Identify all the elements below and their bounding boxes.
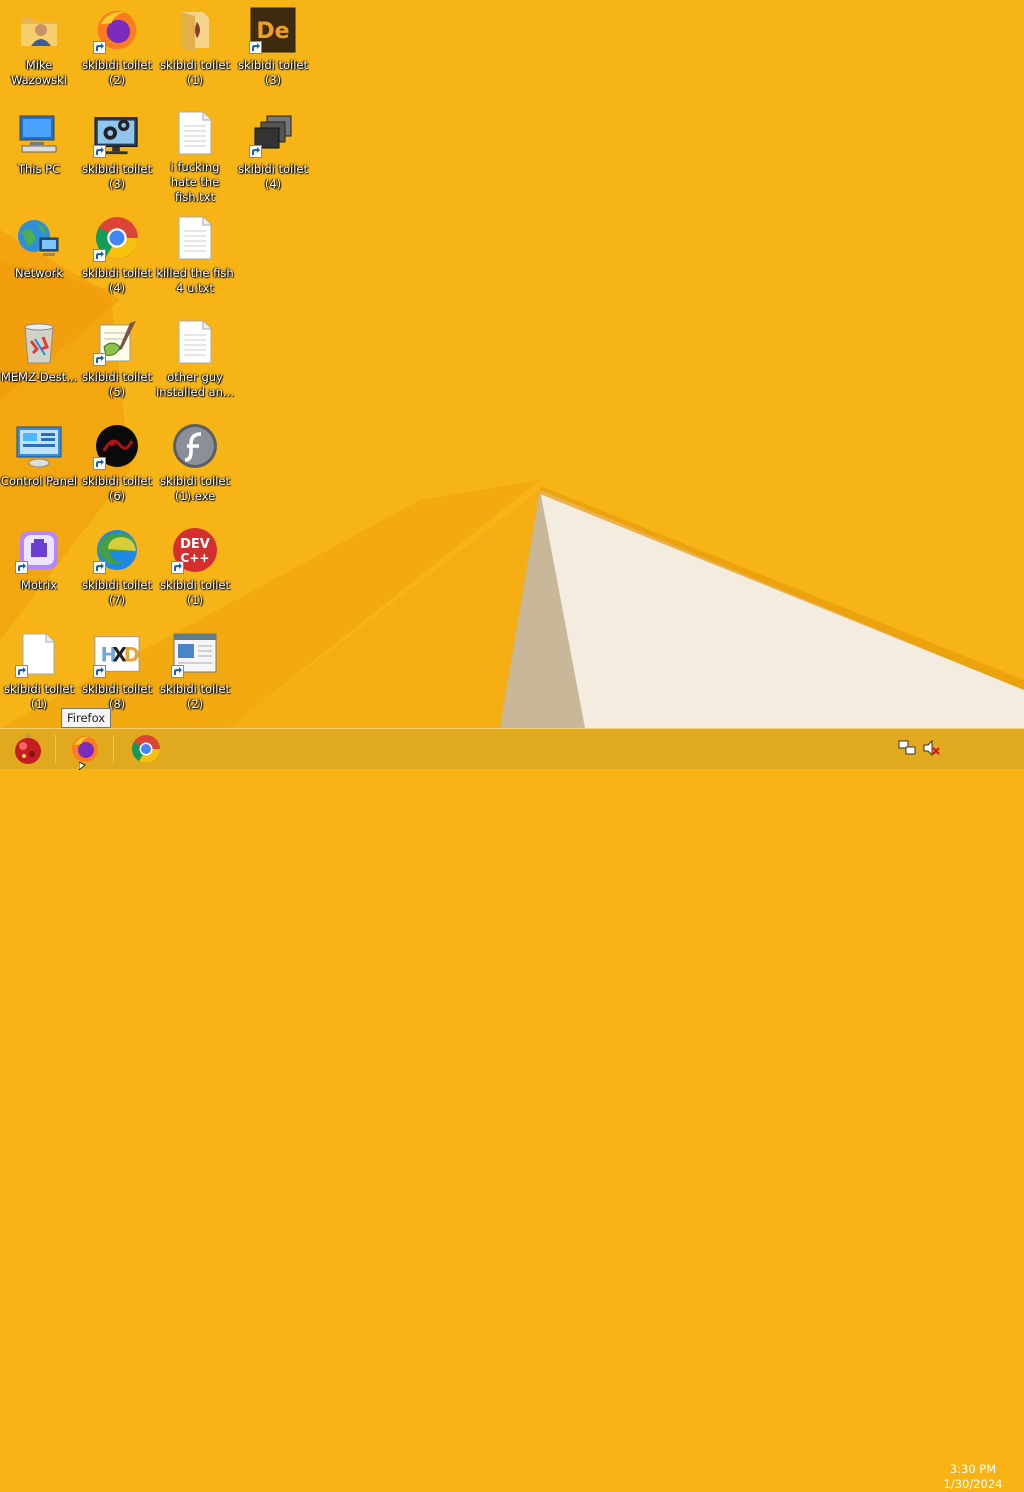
desktop-icon-label: skibidi toilet (2): [159, 682, 230, 711]
flash-player-icon: [171, 422, 219, 470]
desktop-icon[interactable]: Motrix: [0, 520, 78, 620]
shortcut-arrow-icon: [171, 665, 184, 678]
desktop-icon[interactable]: skibidi toilet (7): [78, 520, 156, 620]
taskbar: 3:30 PM 1/30/2024: [0, 728, 1024, 1491]
system-clock[interactable]: 3:30 PM 1/30/2024: [938, 1462, 1008, 1492]
network-globe-icon: [15, 214, 63, 262]
folder-user-icon: [15, 6, 63, 54]
desktop-icon-label: skibidi toilet (5): [81, 370, 152, 399]
shortcut-arrow-icon: [93, 353, 106, 366]
shortcut-arrow-icon: [249, 41, 262, 54]
dark-circle-app-icon: [93, 422, 141, 470]
blank-document-icon: [15, 630, 63, 678]
desktop-icon-label: skibidi toilet (7): [81, 578, 152, 607]
desktop-icon-label: Motrix: [20, 578, 58, 592]
desktop-icon[interactable]: skibidi toilet (2): [156, 624, 234, 724]
desktop-icon-label: i fucking hate the fish.txt: [170, 160, 220, 204]
devexpress-icon: De: [249, 6, 297, 54]
window-app-icon: [171, 630, 219, 678]
text-file-icon: [171, 214, 219, 262]
shortcut-arrow-icon: [93, 665, 106, 678]
desktop-icon-label: skibidi toilet (4): [237, 162, 308, 191]
desktop-icon-label: skibidi toilet (6): [81, 474, 152, 503]
network-icon[interactable]: [898, 739, 916, 757]
svg-text:D: D: [124, 644, 140, 667]
chrome-icon: [93, 214, 141, 262]
desktop-icon[interactable]: skibidi toilet (1): [156, 0, 234, 100]
desktop-icon-label: skibidi toilet (3): [81, 162, 152, 191]
desktop-icon-label: other guy installed an...: [156, 370, 234, 399]
computer-icon: [15, 110, 63, 158]
svg-text:C++: C++: [181, 551, 210, 565]
shortcut-arrow-icon: [93, 249, 106, 262]
desktop-icon[interactable]: Mike Wazowski: [0, 0, 78, 100]
monitor-gears-icon: [93, 110, 141, 158]
desktop-icon[interactable]: This PC: [0, 104, 78, 204]
desktop-icon[interactable]: skibidi toilet (2): [78, 0, 156, 100]
desktop-icon-label: skibidi toilet (3): [237, 58, 308, 87]
desktop-icon[interactable]: skibidi toilet (4): [234, 104, 312, 204]
text-file-icon: [171, 318, 219, 366]
desktop-icon-label: skibidi toilet (1): [159, 578, 230, 607]
desktop-icon-label: killed the fish 4 u.txt: [156, 266, 234, 295]
desktop-icon[interactable]: MEMZ-Dest...: [0, 312, 78, 412]
desktop-icon[interactable]: skibidi toilet (6): [78, 416, 156, 516]
shortcut-arrow-icon: [249, 145, 262, 158]
desktop-icon-label: Mike Wazowski: [10, 58, 67, 87]
folder-media-icon: [171, 6, 219, 54]
text-file-icon: [171, 110, 219, 156]
taskbar-chrome-button[interactable]: [118, 729, 174, 769]
firefox-icon: [93, 6, 141, 54]
control-panel-icon: [15, 422, 63, 470]
windows-stack-icon: [249, 110, 297, 158]
clock-time: 3:30 PM: [949, 1462, 997, 1476]
clock-date: 1/30/2024: [943, 1477, 1003, 1491]
shortcut-arrow-icon: [93, 457, 106, 470]
desktop-icon-label: Network: [14, 266, 64, 280]
desktop-icon-label: skibidi toilet (1): [159, 58, 230, 87]
shortcut-arrow-icon: [93, 561, 106, 574]
desktop-icon-label: skibidi toilet (4): [81, 266, 152, 295]
recycle-bin-icon: [15, 318, 63, 366]
firefox-icon: [72, 736, 98, 762]
desktop-icon[interactable]: other guy installed an...: [156, 312, 234, 412]
desktop-icon[interactable]: De skibidi toilet (3): [234, 0, 312, 100]
shortcut-arrow-icon: [15, 665, 28, 678]
svg-text:DEV: DEV: [180, 537, 210, 552]
ornament-start-icon: [15, 734, 41, 764]
hxd-icon: HXD: [93, 630, 141, 678]
shortcut-arrow-icon: [93, 41, 106, 54]
desktop-icon[interactable]: skibidi toilet (3): [78, 104, 156, 204]
edge-icon: [93, 526, 141, 574]
desktop-icon[interactable]: skibidi toilet (4): [78, 208, 156, 308]
desktop-icon[interactable]: i fucking hate the fish.txt: [156, 104, 234, 204]
shortcut-arrow-icon: [171, 561, 184, 574]
desktop-icon-label: skibidi toilet (2): [81, 58, 152, 87]
notepadpp-icon: [93, 318, 141, 366]
mouse-cursor-icon: [79, 762, 86, 770]
desktop-icon[interactable]: skibidi toilet (5): [78, 312, 156, 412]
desktop-icon-label: MEMZ-Dest...: [0, 370, 78, 384]
chrome-icon: [132, 735, 160, 763]
shortcut-arrow-icon: [15, 561, 28, 574]
desktop-icon-label: Control Panel: [0, 474, 78, 488]
volume-muted-icon[interactable]: [922, 739, 940, 757]
tooltip: Firefox: [61, 708, 112, 728]
desktop-icon[interactable]: Network: [0, 208, 78, 308]
desktop-icon[interactable]: Control Panel: [0, 416, 78, 516]
desktop-icon[interactable]: killed the fish 4 u.txt: [156, 208, 234, 308]
start-button[interactable]: [0, 729, 56, 769]
desktop-icon-label: This PC: [17, 162, 61, 176]
shortcut-arrow-icon: [93, 145, 106, 158]
motrix-icon: [15, 526, 63, 574]
dev-cpp-icon: DEV C++: [171, 526, 219, 574]
desktop-icon[interactable]: DEV C++ skibidi toilet (1): [156, 520, 234, 620]
desktop-icon-label: skibidi toilet (1).exe: [159, 474, 230, 503]
desktop-icon[interactable]: skibidi toilet (1).exe: [156, 416, 234, 516]
